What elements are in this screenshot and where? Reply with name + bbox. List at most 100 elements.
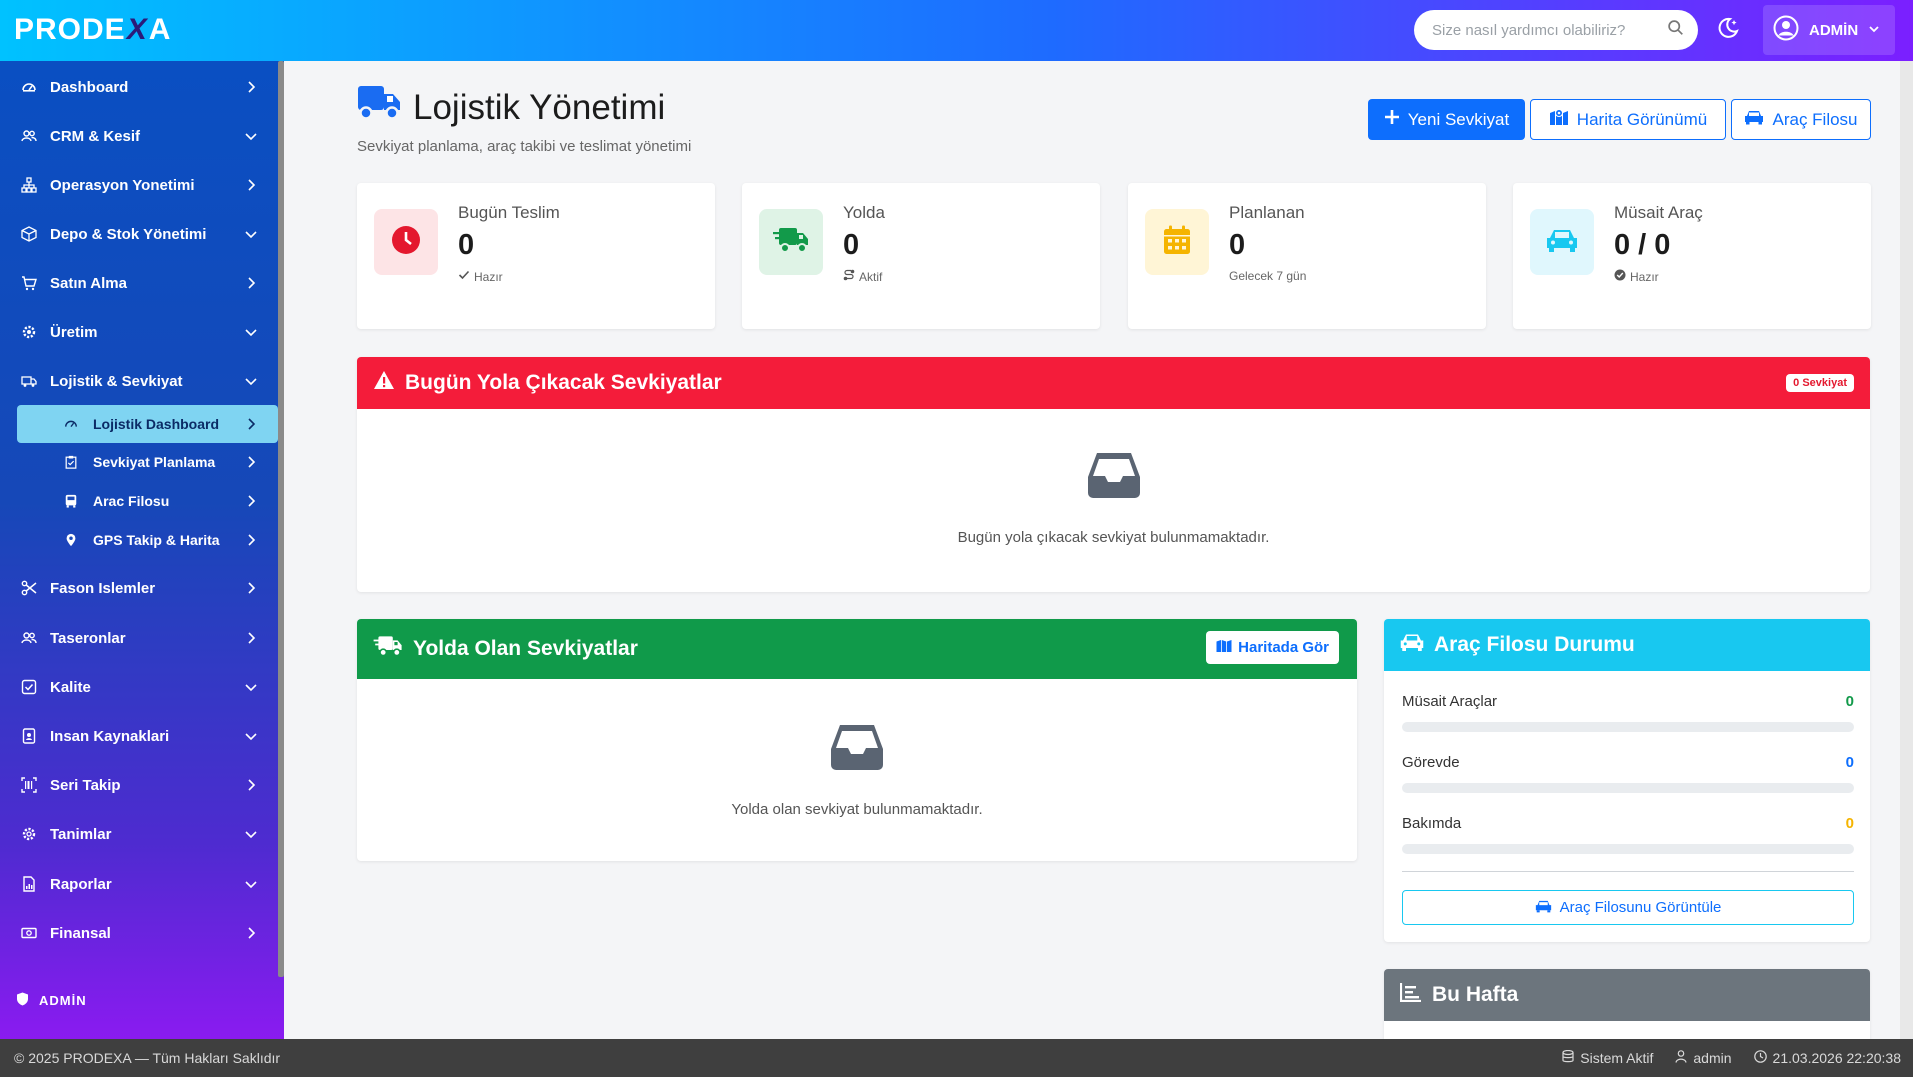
map-view-button[interactable]: Harita Görünümü [1530,99,1726,140]
search-box[interactable] [1414,10,1698,50]
fleet-label: Araç Filosu [1772,109,1858,129]
gauge-icon [20,78,38,96]
footer-user-text: admin [1693,1050,1732,1066]
chevron-down-icon [245,684,257,692]
stat-note-text: Hazır [1630,269,1659,284]
footer: © 2025 PRODEXA — Tüm Hakları Saklıdır Si… [0,1039,1913,1077]
chevron-right-icon [248,582,256,594]
sidebar-item-label: CRM & Kesif [50,127,141,145]
chevron-down-icon [245,881,257,889]
search-icon[interactable] [1667,19,1684,41]
user-avatar-icon [1773,15,1799,45]
new-shipment-button[interactable]: Yeni Sevkiyat [1368,99,1525,140]
sidebar-item-label: Kalite [50,678,91,696]
sidebar-admin-label: ADMİN [39,993,87,1008]
progress-bar [1402,722,1854,732]
check-icon [458,269,470,284]
main-scrollbar[interactable] [1900,61,1913,1039]
sidebar-item-finansal[interactable]: Finansal [0,913,278,953]
map-icon [1216,639,1232,657]
chevron-right-icon [248,495,256,507]
sidebar-item-lojistik[interactable]: Lojistik & Sevkiyat [0,361,278,401]
logo[interactable]: PRODE X A [14,10,171,50]
sidebar-item-seri-takip[interactable]: Seri Takip [0,765,278,805]
sidebar-item-label: Üretim [50,323,98,341]
map-location-icon [1549,108,1569,131]
stat-value: 0 [843,229,860,261]
barcode-icon [20,776,38,794]
sidebar-item-satin-alma[interactable]: Satın Alma [0,263,278,303]
shield-icon [16,992,29,1009]
footer-user: admin [1675,1050,1732,1066]
sidebar-admin[interactable]: ADMİN [16,992,87,1009]
sidebar-item-taseronlar[interactable]: Taseronlar [0,618,278,658]
footer-datetime: 21.03.2026 22:20:38 [1753,1050,1901,1066]
calendar-icon [1163,225,1191,260]
stat-note: Gelecek 7 gün [1229,269,1306,283]
user-menu-button[interactable]: ADMİN [1763,5,1895,55]
truck-fast-icon [773,225,809,260]
sidebar-item-fason[interactable]: Fason Islemler [0,568,278,608]
footer-status-group: Sistem Aktif admin 21.03.2026 22:20:38 [1562,1039,1901,1077]
stat-value: 0 [1229,229,1246,261]
file-chart-icon [20,875,38,893]
gauge-icon [63,416,79,432]
sidebar-item-insan-kaynaklari[interactable]: Insan Kaynaklari [0,716,278,756]
sidebar-subitem-sevkiyat-planlama[interactable]: Sevkiyat Planlama [17,443,278,481]
sidebar-item-kalite[interactable]: Kalite [0,667,278,707]
logo-text-main: PRODE [14,13,126,46]
sidebar-subitem-label: Arac Filosu [93,493,170,509]
view-fleet-button[interactable]: Araç Filosunu Görüntüle [1402,890,1854,925]
stat-label: Planlanan [1229,203,1305,222]
sidebar-item-raporlar[interactable]: Raporlar [0,864,278,904]
check-circle-icon [1614,269,1626,284]
chevron-down-icon [245,831,257,839]
fleet-button[interactable]: Araç Filosu [1731,99,1871,140]
sidebar-item-dashboard[interactable]: Dashboard [0,67,278,107]
sidebar-item-operasyon[interactable]: Operasyon Yonetimi [0,165,278,205]
car-icon [1744,109,1764,130]
stat-note-text: Aktif [859,269,883,284]
clock-icon [1753,1050,1767,1066]
fleet-row-name: Müsait Araçlar [1402,693,1498,710]
this-week-header: Bu Hafta [1384,969,1870,1021]
search-input[interactable] [1432,21,1667,39]
cart-icon [20,274,38,292]
view-on-map-button[interactable]: Haritada Gör [1206,631,1339,664]
today-shipments-title: Bugün Yola Çıkacak Sevkiyatlar [405,371,722,394]
chevron-down-icon [245,378,257,386]
page-title-text: Lojistik Yönetimi [413,87,666,127]
sidebar-item-depo[interactable]: Depo & Stok Yönetimi [0,214,278,254]
sidebar-item-tanimlar[interactable]: Tanimlar [0,814,278,854]
stat-card-on-road: Yolda 0 Aktif [742,183,1100,329]
stat-label: Bugün Teslim [458,203,560,222]
users-icon [20,127,38,145]
view-fleet-label: Araç Filosunu Görüntüle [1559,899,1722,916]
fleet-row-name: Görevde [1402,754,1460,771]
sidebar-subitem-label: Lojistik Dashboard [93,416,220,432]
sidebar-subitem-label: Sevkiyat Planlama [93,454,216,470]
sidebar-subitem-arac-filosu[interactable]: Arac Filosu [17,482,278,520]
sidebar-item-label: Lojistik & Sevkiyat [50,372,183,390]
logo-text-end: A [148,13,172,46]
moon-icon [1716,16,1740,45]
sidebar-subitem-gps-takip[interactable]: GPS Takip & Harita [17,521,278,559]
stat-card-available-vehicle: Müsait Araç 0 / 0 Hazır [1513,183,1871,329]
user-icon [1675,1050,1687,1066]
sidebar-scrollbar[interactable] [278,61,284,977]
sidebar-subitem-lojistik-dashboard[interactable]: Lojistik Dashboard [17,405,278,443]
on-road-empty-text: Yolda olan sevkiyat bulunmamaktadır. [731,801,983,818]
chevron-right-icon [248,179,256,191]
this-week-title: Bu Hafta [1432,983,1519,1006]
sidebar-item-uretim[interactable]: Üretim [0,312,278,352]
sidebar-subitem-label: GPS Takip & Harita [93,532,220,548]
on-road-shipments-title: Yolda Olan Sevkiyatlar [413,637,638,660]
sidebar-item-crm[interactable]: CRM & Kesif [0,116,278,156]
progress-bar [1402,844,1854,854]
footer-status-text: Sistem Aktif [1580,1050,1654,1066]
this-week-panel: Bu Hafta [1384,969,1870,1039]
sidebar-item-label: Finansal [50,924,111,942]
theme-toggle-button[interactable] [1712,14,1744,46]
user-name: ADMİN [1809,21,1859,39]
fleet-status-panel: Araç Filosu Durumu Müsait Araçlar 0 Göre… [1384,619,1870,942]
